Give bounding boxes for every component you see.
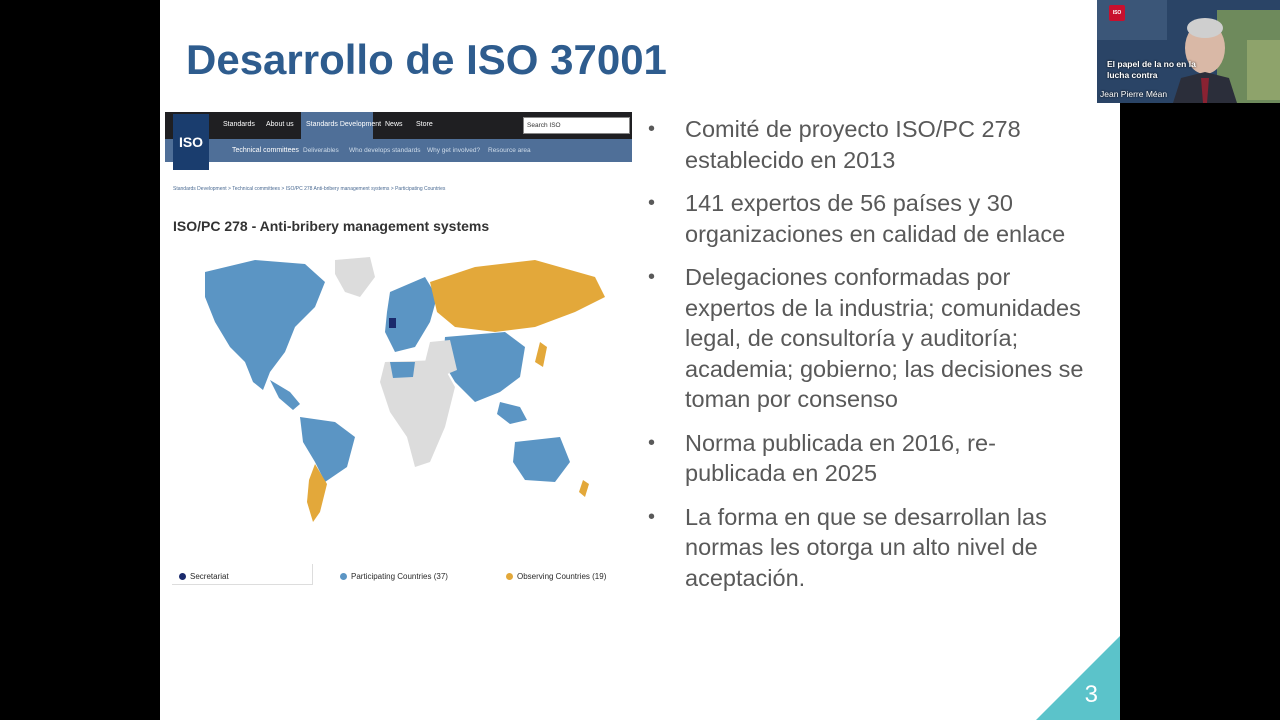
bullet-text: 141 expertos de 56 países y 30 organizac… — [685, 190, 1066, 247]
bullet-marker: • — [648, 505, 656, 528]
search-input: Search ISO — [523, 117, 630, 134]
bullet-marker: • — [648, 266, 656, 288]
iso-logo-text: ISO — [178, 134, 204, 150]
bullet-text: Comité de proyecto ISO/PC 278 establecid… — [685, 116, 1021, 173]
bullet-marker: • — [648, 192, 656, 214]
committee-heading: ISO/PC 278 - Anti-bribery management sys… — [173, 218, 490, 234]
subnav-why-involved: Why get involved? — [427, 147, 481, 154]
map-greenland — [335, 257, 375, 297]
legend-secretariat: Secretariat — [179, 572, 229, 581]
legend-observing: Observing Countries (19) — [506, 572, 606, 581]
iso-logo: ISO — [173, 114, 209, 170]
map-secretariat-uk — [389, 318, 396, 328]
bullet-item: • Norma publicada en 2016, re-publicada e… — [648, 428, 1088, 489]
legend-observing-label: Observing Countries (19) — [517, 572, 607, 581]
bullet-text: Delegaciones conformadas por expertos de… — [685, 264, 1084, 412]
nav-news: News — [385, 121, 403, 128]
subnav-resource-area: Resource area — [488, 147, 531, 154]
nav-standards-development: Standards Development — [306, 121, 382, 128]
webcam-caption-line1: El papel de la no en la — [1107, 59, 1196, 69]
map-russia — [430, 260, 605, 332]
bullet-text: Norma publicada en 2016, re-publicada en… — [685, 429, 996, 487]
bullet-marker: • — [648, 118, 656, 140]
bullet-text: La forma en que se desarrollan las norma… — [685, 503, 1047, 591]
bullet-marker: • — [648, 431, 656, 454]
observing-dot — [506, 573, 513, 580]
map-japan — [535, 342, 547, 367]
slide-title: Desarrollo de ISO 37001 — [186, 36, 667, 83]
corner-accent — [1036, 636, 1120, 720]
legend-secretariat-label: Secretariat — [190, 572, 229, 581]
map-new-zealand — [579, 480, 589, 497]
map-north-america — [205, 260, 325, 390]
iso-website-screenshot: Standards About us Standards Development… — [165, 112, 632, 592]
nav-standards: Standards — [223, 121, 255, 128]
map-europe — [385, 277, 437, 352]
breadcrumb: Standards Development > Technical commit… — [173, 186, 446, 192]
bullet-item: • 141 expertos de 56 países y 30 organiza… — [648, 188, 1088, 249]
participant-name: Jean Pierre Méan — [1100, 89, 1168, 99]
map-africa — [380, 360, 455, 467]
map-south-america — [300, 417, 355, 482]
top-nav-bar: Standards About us Standards Development… — [165, 112, 632, 139]
webcam-iso-badge: ISO — [1109, 5, 1125, 21]
map-australia — [513, 437, 570, 482]
legend-participating-label: Participating Countries (37) — [351, 572, 448, 581]
map-southeast-asia — [497, 402, 527, 424]
map-central-america — [270, 380, 300, 410]
secretariat-dot — [179, 573, 186, 580]
map-legend: Secretariat Participating Countries (37)… — [165, 564, 632, 585]
presentation-slide: Desarrollo de ISO 37001 Standards About … — [160, 0, 1120, 720]
page-number: 3 — [1084, 681, 1098, 708]
bullet-item: • La forma en que se desarrollan las norm… — [648, 502, 1088, 594]
bullet-item: • Delegaciones conformadas por expertos d… — [648, 262, 1088, 415]
subnav-technical-committees: Technical committees — [232, 147, 299, 154]
participating-dot — [340, 573, 347, 580]
webcam-caption-line2: lucha contra — [1107, 70, 1158, 80]
bullet-list: • Comité de proyecto ISO/PC 278 estableci… — [648, 114, 1088, 606]
legend-participating: Participating Countries (37) — [340, 572, 448, 581]
nav-store: Store — [416, 121, 433, 128]
subnav-deliverables: Deliverables — [303, 147, 339, 154]
map-africa-north — [390, 362, 415, 378]
nav-about-us: About us — [266, 121, 294, 128]
webcam-thumbnail[interactable]: ISO El papel de la no en la lucha contra… — [1097, 0, 1280, 103]
subnav-who-develops: Who develops standards — [349, 147, 421, 154]
bullet-item: • Comité de proyecto ISO/PC 278 estableci… — [648, 114, 1088, 175]
world-map — [205, 257, 605, 522]
